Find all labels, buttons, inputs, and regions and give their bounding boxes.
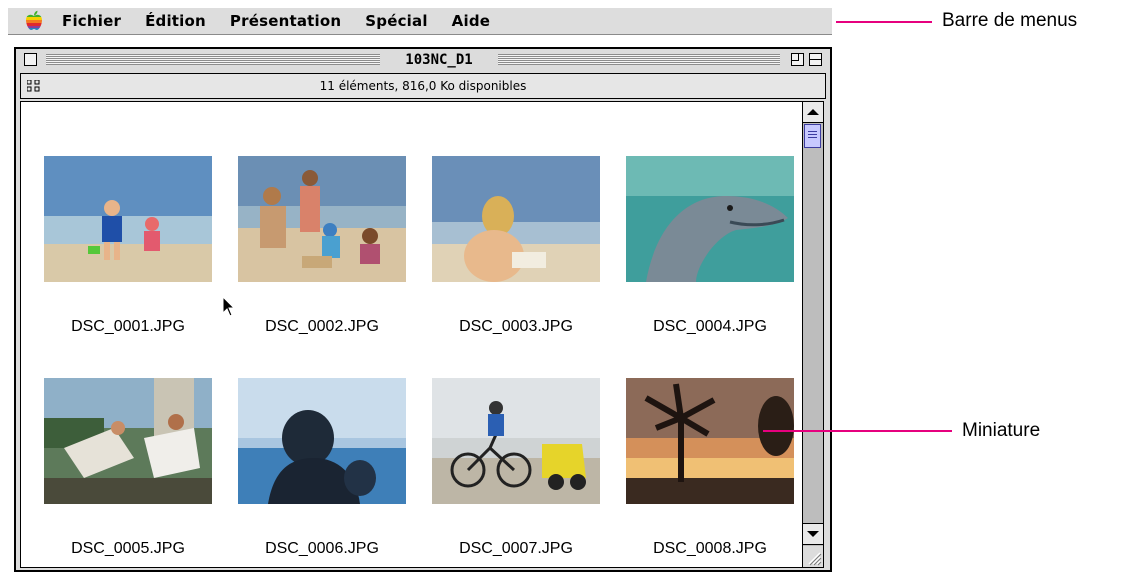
resize-grip-icon [808,552,822,566]
window-title-bar[interactable]: 103NC_D1 [16,49,830,71]
menu-special[interactable]: Spécial [365,12,427,30]
file-item[interactable]: DSC_0007.JPG [426,378,606,558]
file-item[interactable]: DSC_0002.JPG [232,156,412,336]
lounge-chairs-thumbnail[interactable] [44,378,212,504]
palm-sunset-thumbnail[interactable] [626,378,794,504]
dolphin-thumbnail[interactable] [626,156,794,282]
girl-reading-thumbnail[interactable] [432,156,600,282]
file-item[interactable]: DSC_0004.JPG [620,156,800,336]
zoom-box[interactable] [791,53,804,66]
vertical-scrollbar[interactable] [802,101,824,568]
apple-menu-icon[interactable] [22,10,46,32]
triangle-up-icon [807,109,819,115]
file-name[interactable]: DSC_0001.JPG [38,318,218,336]
menubar-callout-label: Barre de menus [942,10,1078,31]
silhouette-by-sea-thumbnail[interactable] [238,378,406,504]
resize-grip[interactable] [803,546,823,567]
file-name[interactable]: DSC_0005.JPG [38,540,218,558]
finder-window: 103NC_D1 11 éléments, 816,0 Ko disponibl… [14,47,832,572]
menu-aide[interactable]: Aide [452,12,490,30]
file-name[interactable]: DSC_0008.JPG [620,540,800,558]
kids-on-beach-thumbnail[interactable] [44,156,212,282]
file-item[interactable]: DSC_0006.JPG [232,378,412,558]
cyclist-thumbnail[interactable] [432,378,600,504]
mouse-pointer-icon [222,296,236,317]
menu-bar: Fichier Édition Présentation Spécial Aid… [8,8,832,35]
file-item[interactable]: DSC_0005.JPG [38,378,218,558]
file-name[interactable]: DSC_0003.JPG [426,318,606,336]
file-item[interactable]: DSC_0003.JPG [426,156,606,336]
menu-fichier[interactable]: Fichier [62,12,121,30]
file-item[interactable]: DSC_0008.JPG [620,378,800,558]
file-name[interactable]: DSC_0007.JPG [426,540,606,558]
menu-presentation[interactable]: Présentation [230,12,341,30]
thumbnail-callout-line [763,430,952,432]
scroll-up-arrow[interactable] [803,102,823,123]
family-sandcastle-thumbnail[interactable] [238,156,406,282]
file-item[interactable]: DSC_0001.JPG [38,156,218,336]
close-box[interactable] [24,53,37,66]
scroll-down-arrow[interactable] [803,523,823,545]
window-info-bar: 11 éléments, 816,0 Ko disponibles [20,73,826,99]
items-available-text: 11 éléments, 816,0 Ko disponibles [319,79,527,93]
thumbnail-callout-label: Miniature [962,420,1041,441]
menubar-callout-line [836,21,932,23]
file-name[interactable]: DSC_0006.JPG [232,540,412,558]
scroll-thumb[interactable] [804,124,821,148]
collapse-box[interactable] [809,53,822,66]
window-title: 103NC_D1 [380,51,498,69]
triangle-down-icon [807,531,819,537]
file-icon-view: DSC_0001.JPG DSC_0002.JPG DSC_0003.JPG D… [20,101,803,568]
file-name[interactable]: DSC_0004.JPG [620,318,800,336]
menu-edition[interactable]: Édition [145,12,206,30]
file-name[interactable]: DSC_0002.JPG [232,318,412,336]
